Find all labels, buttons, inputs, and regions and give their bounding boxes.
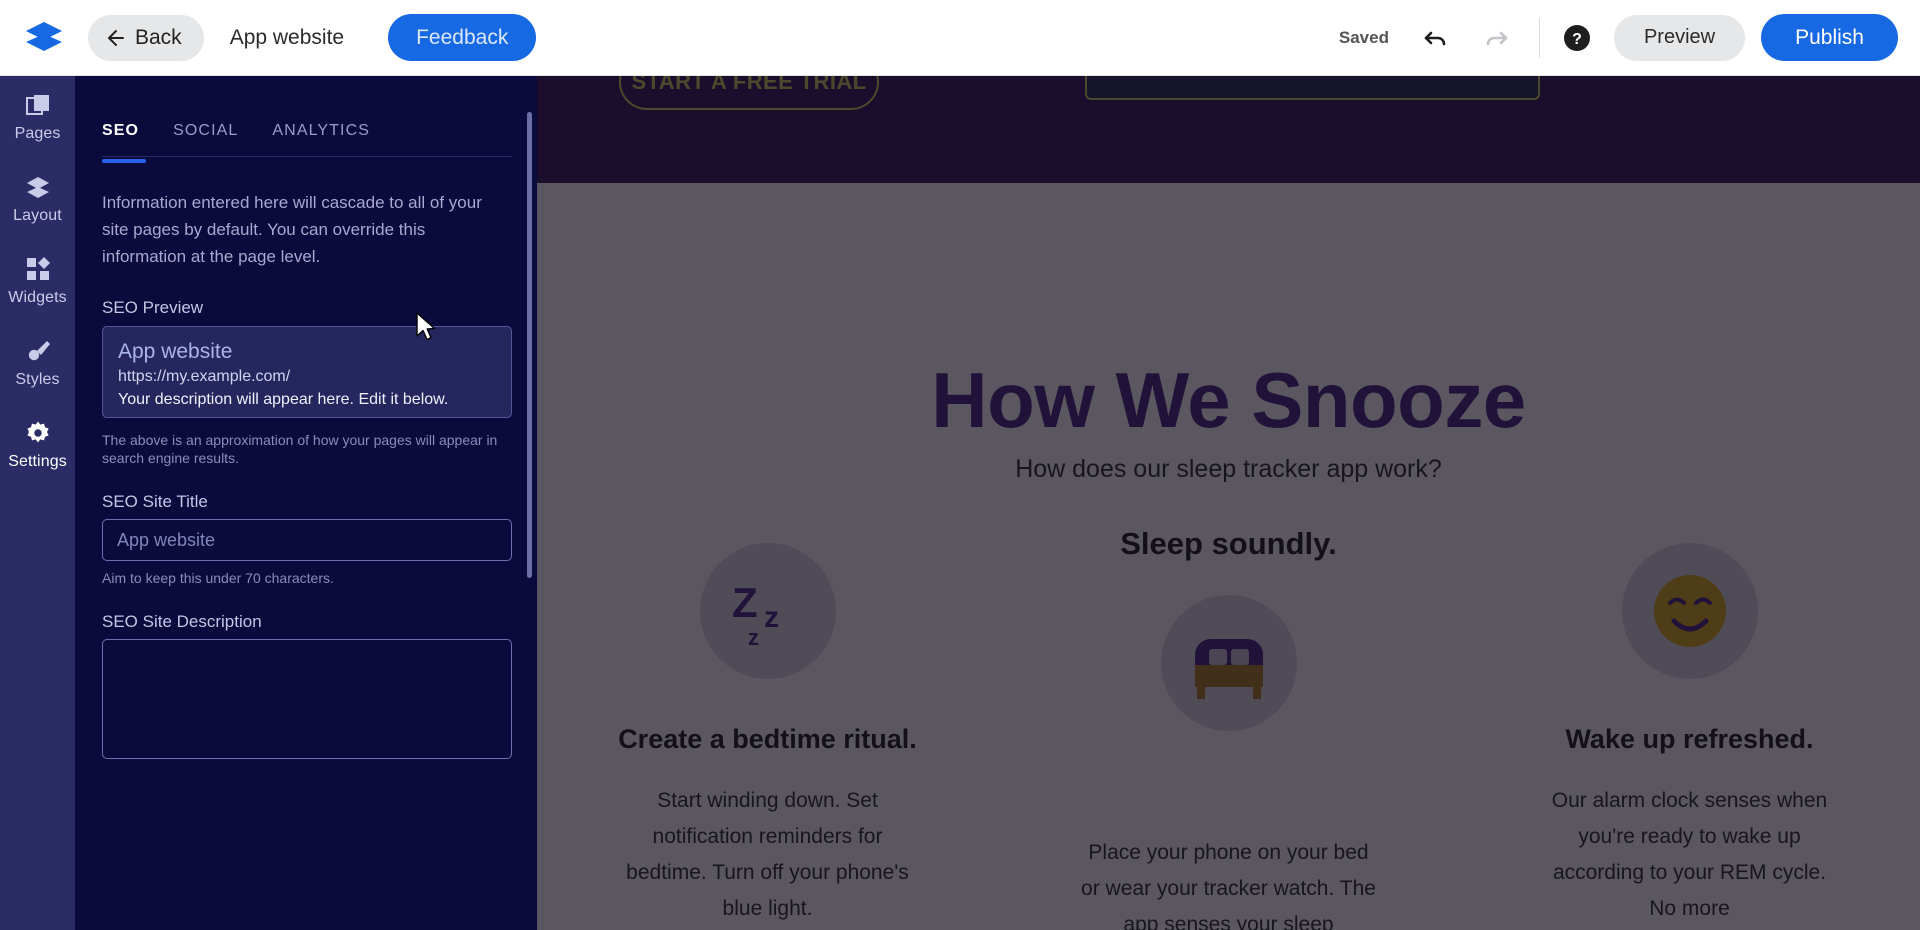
- save-status-label: Saved: [1338, 27, 1389, 47]
- site-preview-canvas[interactable]: START A FREE TRIAL How We Snooze How doe…: [537, 76, 1920, 930]
- svg-text:Z: Z: [732, 579, 758, 626]
- feature-card-body: Start winding down. Set notification rem…: [626, 789, 909, 920]
- seo-site-title-label: SEO Site Title: [102, 492, 208, 511]
- undo-icon[interactable]: [1415, 17, 1457, 59]
- seo-site-description-input[interactable]: [102, 639, 512, 759]
- feature-card-body: Place your phone on your bed or wear you…: [1081, 841, 1376, 930]
- feature-card: Wake up refreshed. Our alarm clock sense…: [1459, 543, 1920, 930]
- tab-seo[interactable]: SEO: [102, 122, 139, 144]
- sidebar-item-label: Widgets: [8, 288, 67, 306]
- svg-text:?: ?: [1572, 31, 1582, 48]
- sidebar-item-layout[interactable]: Layout: [0, 158, 75, 240]
- seo-preview-description: Your description will appear here. Edit …: [118, 391, 449, 408]
- layers-logo-icon[interactable]: [18, 16, 70, 60]
- feedback-button[interactable]: Feedback: [388, 14, 537, 61]
- editor-left-rail: Pages Layout Widgets Styles Settings: [0, 76, 75, 930]
- panel-scrollbar[interactable]: [527, 112, 532, 578]
- settings-tabs: SEO SOCIAL ANALYTICS: [102, 122, 512, 157]
- seo-preview-label: SEO Preview: [102, 298, 204, 317]
- sidebar-item-label: Pages: [14, 124, 61, 142]
- sidebar-item-settings[interactable]: Settings: [0, 404, 75, 486]
- site-hero-band: START A FREE TRIAL: [537, 76, 1920, 183]
- editor-top-bar: Back App website Feedback Saved ? Previe…: [0, 0, 1920, 76]
- pages-icon: [25, 92, 51, 118]
- feature-card: Sleep soundly. Place your phone on your …: [998, 543, 1459, 930]
- feature-card-heading: Wake up refreshed.: [1565, 724, 1814, 754]
- seo-site-description-label: SEO Site Description: [102, 612, 262, 631]
- active-tab-indicator: [102, 159, 146, 163]
- seo-preview-url: https://my.example.com/: [118, 368, 291, 385]
- page-title: App website: [229, 25, 345, 49]
- sidebar-item-widgets[interactable]: Widgets: [0, 240, 75, 322]
- widgets-icon: [25, 256, 51, 282]
- svg-text:z: z: [748, 625, 759, 650]
- feature-card-body: Our alarm clock senses when you're ready…: [1551, 789, 1828, 920]
- gear-icon: [25, 420, 51, 446]
- hero-right-panel: [1085, 76, 1540, 100]
- seo-site-title-input[interactable]: [102, 519, 512, 561]
- panel-description: Information entered here will cascade to…: [102, 193, 482, 266]
- tab-social[interactable]: SOCIAL: [173, 122, 238, 144]
- svg-text:z: z: [764, 601, 779, 634]
- tab-analytics[interactable]: ANALYTICS: [272, 122, 370, 144]
- sidebar-item-styles[interactable]: Styles: [0, 322, 75, 404]
- arrow-left-icon: [104, 27, 126, 49]
- publish-button[interactable]: Publish: [1761, 14, 1898, 61]
- seo-preview-helper-text: The above is an approximation of how you…: [102, 432, 498, 466]
- back-button-label: Back: [135, 25, 182, 49]
- help-circle-icon[interactable]: ?: [1562, 23, 1592, 53]
- seo-site-title-helper: Aim to keep this under 70 characters.: [102, 570, 334, 586]
- sidebar-item-label: Layout: [13, 206, 62, 224]
- site-page-heading: How We Snooze: [931, 356, 1526, 444]
- bed-icon: [1160, 595, 1297, 731]
- feature-card: Z z z Create a bedtime ritual. Start win…: [537, 543, 998, 930]
- top-bar-actions: Saved ? Preview Publish: [1339, 0, 1920, 75]
- site-subheading: How does our sleep tracker app work?: [1015, 455, 1442, 483]
- redo-icon[interactable]: [1475, 17, 1517, 59]
- site-feature-cards: Z z z Create a bedtime ritual. Start win…: [537, 543, 1920, 930]
- feature-card-heading: Create a bedtime ritual.: [618, 724, 917, 754]
- sidebar-item-label: Styles: [15, 370, 60, 388]
- sleep-zzz-icon: Z z z: [699, 543, 836, 679]
- seo-preview-card: App website https://my.example.com/ Your…: [102, 326, 512, 418]
- hero-cta-button[interactable]: START A FREE TRIAL: [619, 76, 879, 110]
- sidebar-item-label: Settings: [8, 452, 67, 470]
- toolbar-divider: [1538, 17, 1540, 58]
- smiley-wink-icon: [1621, 543, 1758, 679]
- seo-preview-title: App website: [118, 340, 233, 363]
- site-body: How We Snooze How does our sleep tracker…: [537, 183, 1920, 930]
- preview-button[interactable]: Preview: [1613, 14, 1746, 61]
- site-settings-panel: SEO SOCIAL ANALYTICS Information entered…: [75, 76, 537, 930]
- layers-icon: [25, 174, 51, 200]
- sidebar-item-pages[interactable]: Pages: [0, 76, 75, 158]
- brush-icon: [25, 338, 51, 364]
- back-button[interactable]: Back: [88, 14, 204, 61]
